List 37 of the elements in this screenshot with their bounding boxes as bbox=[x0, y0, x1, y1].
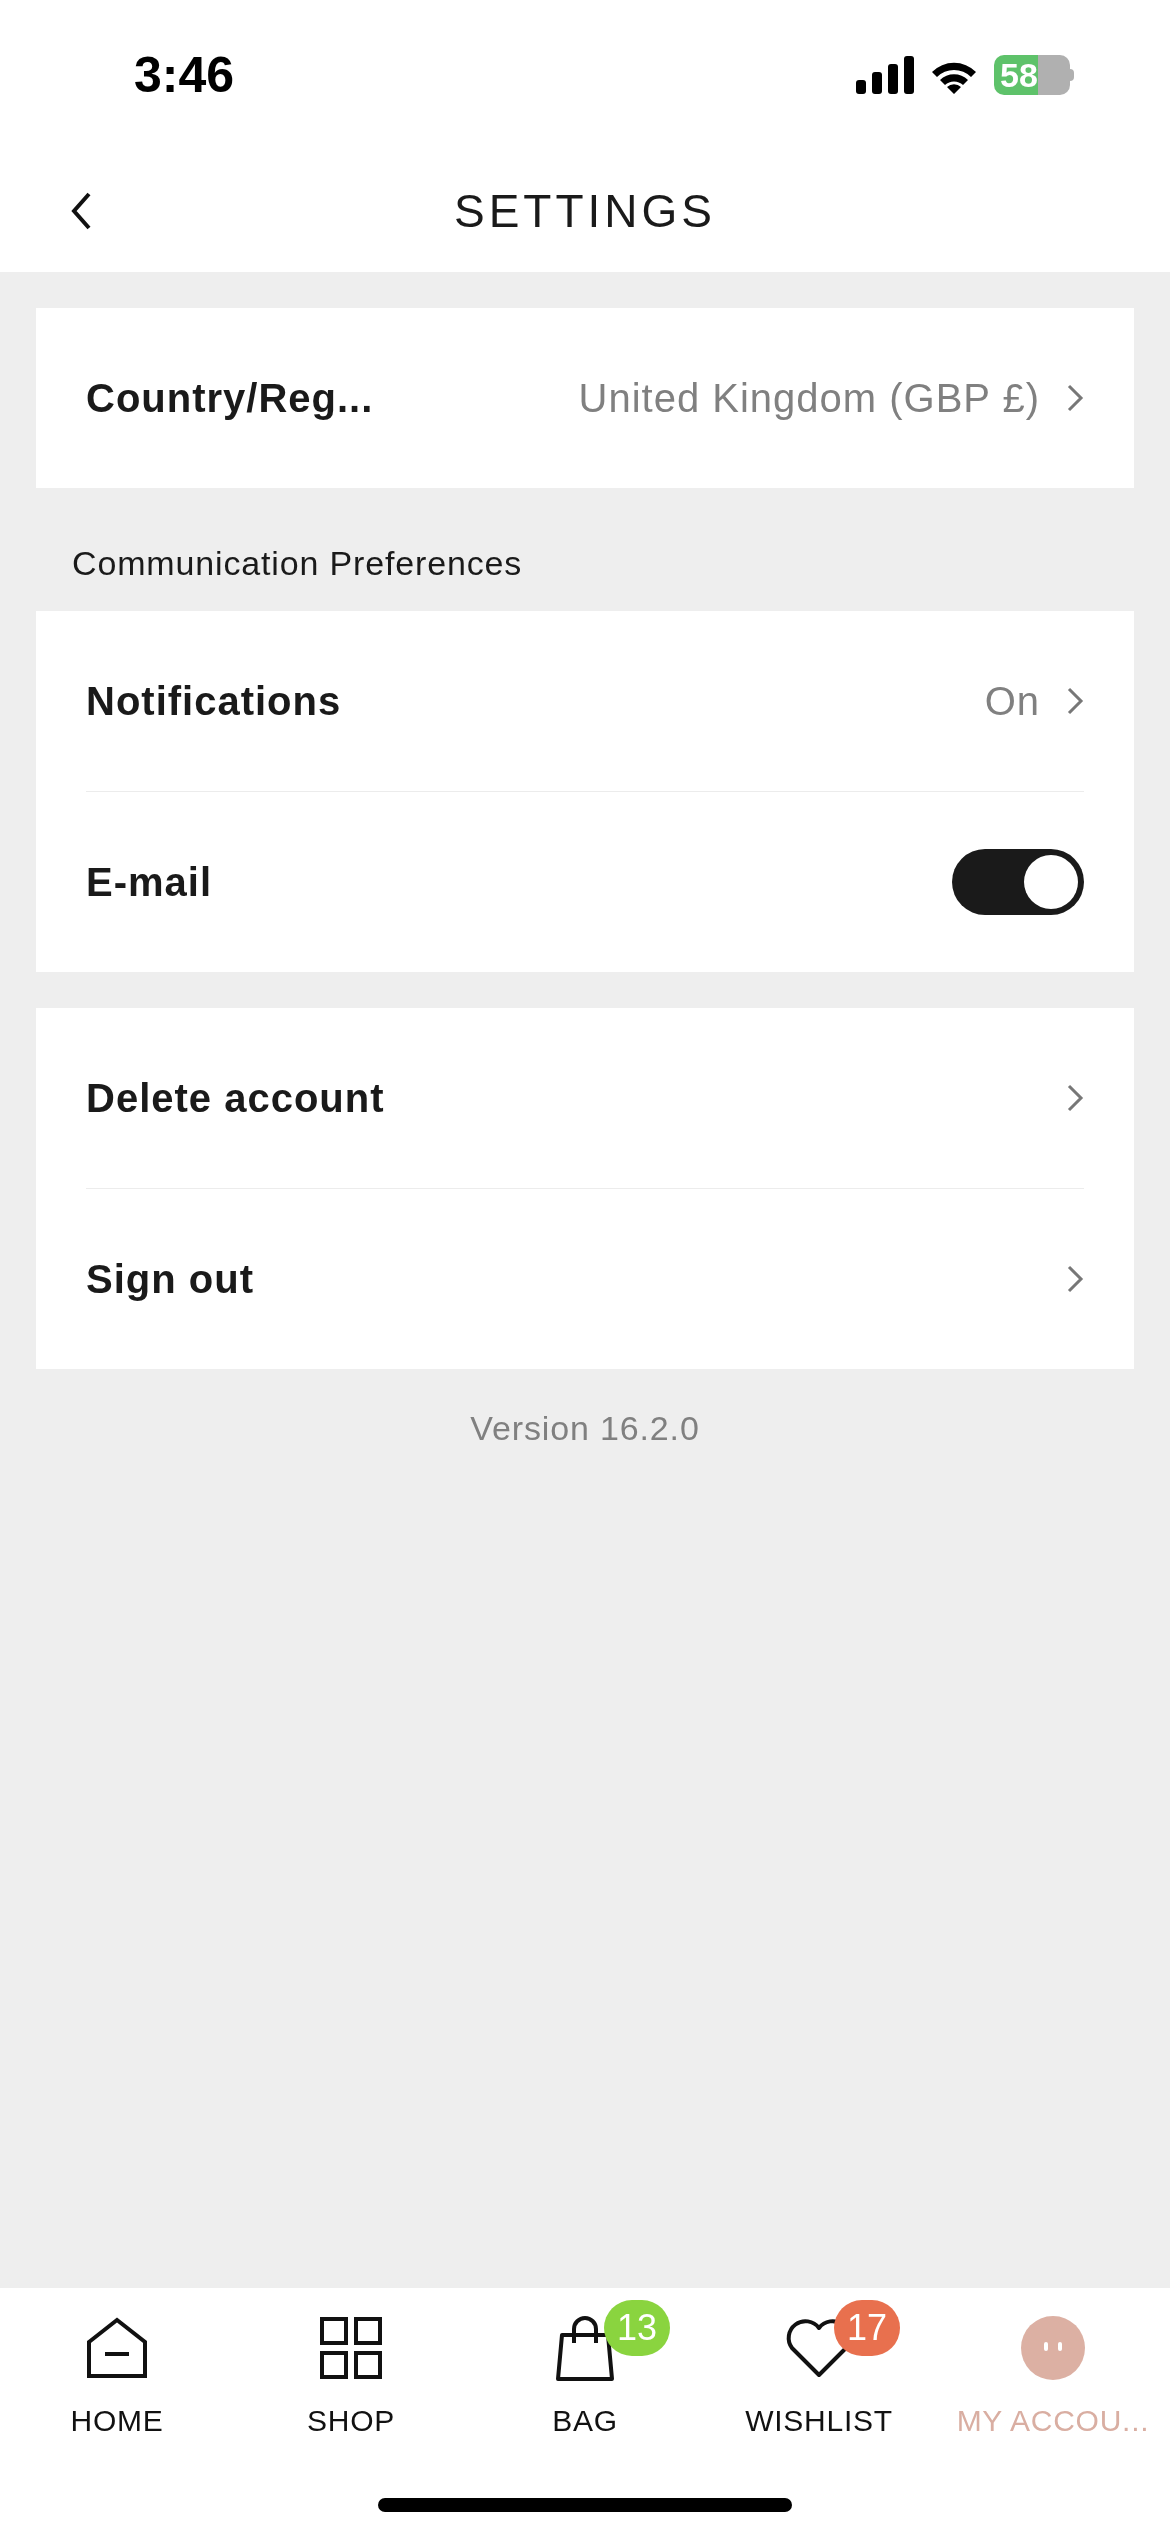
signal-icon bbox=[856, 56, 914, 94]
chevron-right-icon bbox=[1066, 1264, 1084, 1294]
chevron-right-icon bbox=[1066, 686, 1084, 716]
row-label: E-mail bbox=[86, 859, 213, 906]
row-label: Delete account bbox=[86, 1075, 385, 1122]
tab-bar-item[interactable]: 17 WISHLIST bbox=[702, 2288, 936, 2443]
grid-icon bbox=[320, 2317, 382, 2379]
row-label: Notifications bbox=[86, 678, 342, 725]
page-title: SETTINGS bbox=[454, 183, 716, 239]
tab-bar-item[interactable]: HOME bbox=[0, 2288, 234, 2443]
tab-label: HOME bbox=[70, 2403, 164, 2439]
settings-row-link[interactable]: On bbox=[984, 671, 1084, 731]
shopping-bag-icon bbox=[554, 2315, 616, 2381]
row-label: Country/Reg... bbox=[86, 375, 374, 422]
row-label: Sign out bbox=[86, 1256, 254, 1303]
count-badge: 17 bbox=[834, 2300, 900, 2356]
home-icon bbox=[85, 2316, 149, 2380]
version-text: Version 16.2.0 bbox=[470, 1408, 700, 1449]
tab-label: MY ACCOU... bbox=[956, 2403, 1150, 2439]
settings-row-link[interactable] bbox=[1066, 1264, 1084, 1294]
battery-indicator: 58 bbox=[994, 55, 1070, 95]
settings-row-link[interactable] bbox=[1066, 1083, 1084, 1113]
chevron-right-icon bbox=[1066, 383, 1084, 413]
row-value: United Kingdom (GBP £) bbox=[578, 375, 1040, 422]
tab-label: WISHLIST bbox=[745, 2403, 893, 2439]
chevron-right-icon bbox=[1066, 1083, 1084, 1113]
tab-bar-item[interactable]: 13 BAG bbox=[468, 2288, 702, 2443]
count-badge: 13 bbox=[604, 2300, 670, 2356]
settings-row-link[interactable]: United Kingdom (GBP £) bbox=[578, 368, 1084, 428]
tab-label: SHOP bbox=[307, 2403, 395, 2439]
tab-label: BAG bbox=[552, 2403, 618, 2439]
back-icon[interactable] bbox=[70, 191, 92, 231]
row-value: On bbox=[984, 678, 1040, 725]
status-time: 3:46 bbox=[134, 45, 235, 105]
avatar-icon bbox=[1021, 2316, 1085, 2380]
section-heading: Communication Preferences bbox=[71, 543, 524, 584]
tab-bar-item[interactable]: SHOP bbox=[234, 2288, 468, 2443]
